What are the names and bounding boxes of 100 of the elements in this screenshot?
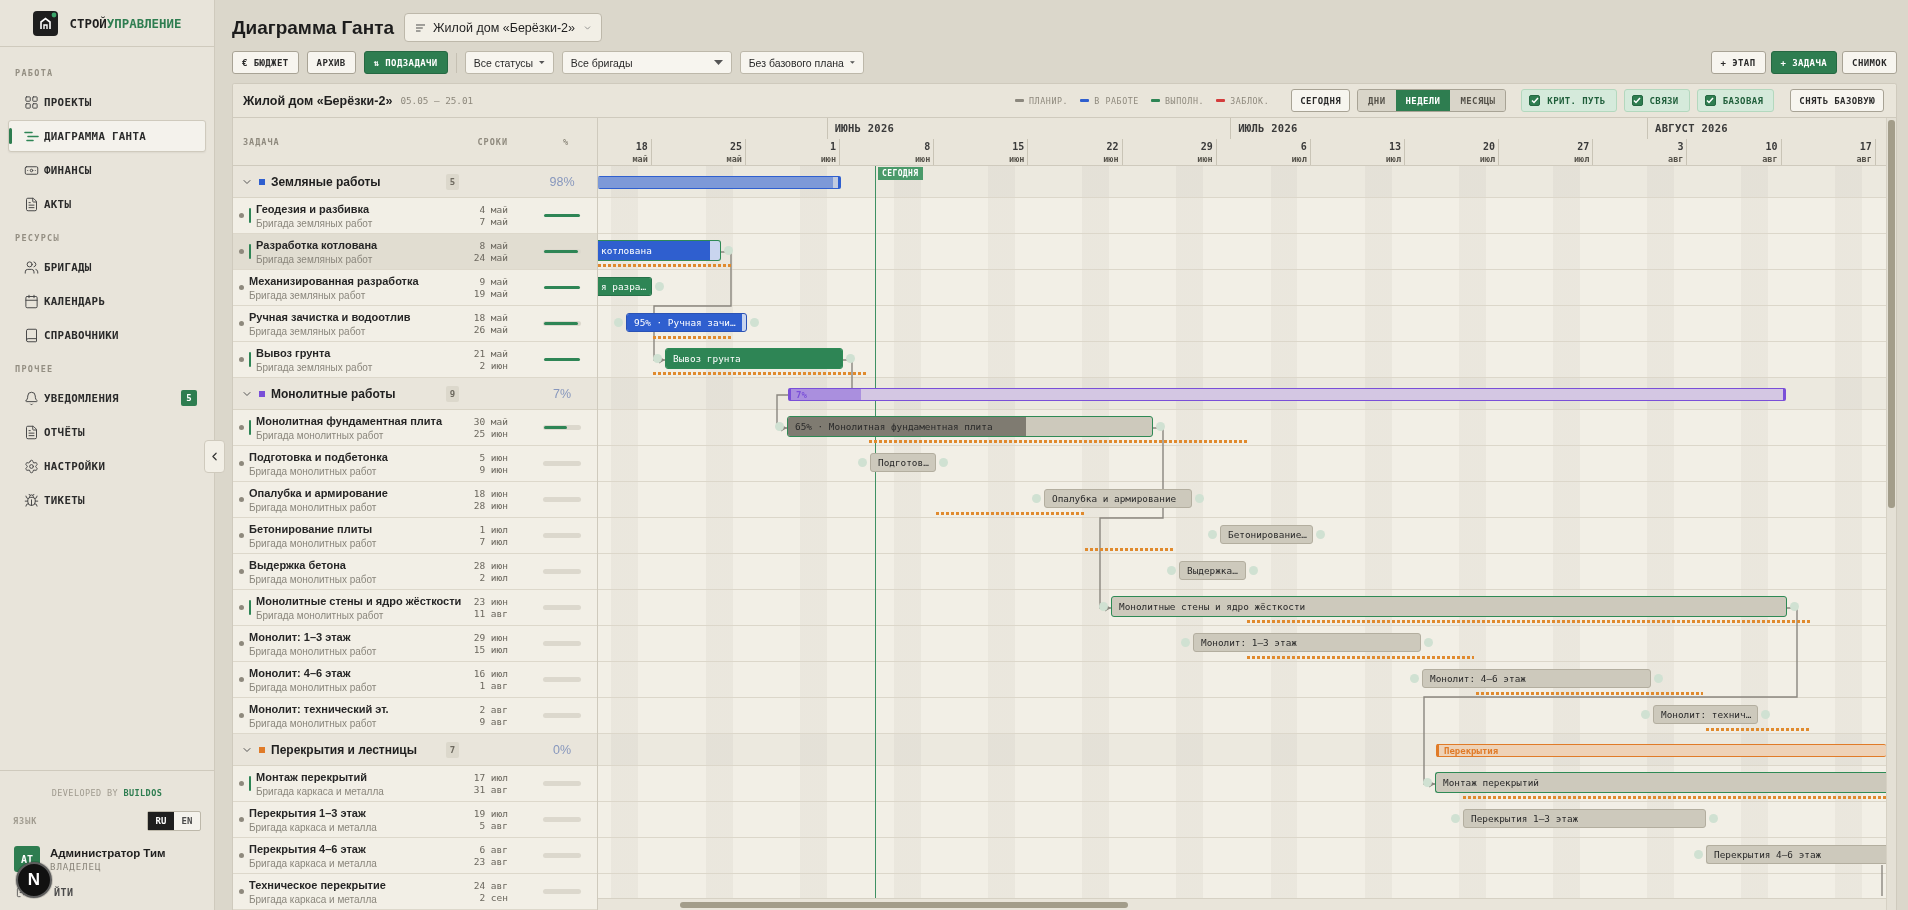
link-handle-icon[interactable]: [1155, 422, 1165, 431]
crew-name: Бригада земляных работ: [256, 253, 373, 266]
view-toggle[interactable]: КРИТ. ПУТЬ: [1521, 89, 1617, 112]
link-handle-icon[interactable]: [1315, 530, 1325, 539]
link-handle-icon[interactable]: [1450, 814, 1460, 823]
task-bar[interactable]: 65% · Монолитная фундаментная плита: [787, 416, 1153, 437]
task-bar[interactable]: Выдержка…: [1179, 561, 1246, 580]
bar-label: Опалубка и армирование: [1052, 493, 1177, 504]
filter-select[interactable]: Без базового плана: [739, 51, 864, 74]
checkbox[interactable]: [1529, 95, 1541, 106]
project-picker[interactable]: Жилой дом «Берёзки-2»: [404, 13, 602, 42]
toolbar-toggle[interactable]: ⇅ ПОДЗАДАЧИ: [363, 51, 448, 74]
action-button[interactable]: СНИМОК: [1842, 51, 1897, 74]
link-handle-icon[interactable]: [749, 318, 759, 327]
group-row[interactable]: Перекрытия и лестницы 7 0%: [233, 734, 597, 766]
collapse-sidebar-button[interactable]: [204, 440, 225, 473]
group-summary-bar[interactable]: [598, 176, 841, 189]
link-handle-icon[interactable]: [654, 282, 664, 291]
logout-button[interactable]: ЙТИ: [54, 886, 74, 898]
checkbox[interactable]: [1631, 95, 1643, 106]
task-bar[interactable]: Бетонирование…: [1220, 525, 1313, 544]
settings-icon: [24, 458, 39, 474]
nav-item[interactable]: УВЕДОМЛЕНИЯ 5: [8, 382, 206, 414]
action-button[interactable]: + ЭТАП: [1710, 51, 1766, 74]
view-toggle[interactable]: БАЗОВАЯ: [1696, 89, 1775, 112]
nav-item[interactable]: ПРОЕКТЫ: [8, 86, 206, 118]
language-option[interactable]: RU: [148, 812, 174, 830]
end-date: 2 июл: [479, 571, 508, 584]
view-toggle[interactable]: СВЯЗИ: [1623, 89, 1690, 112]
toolbar-toggle[interactable]: € БЮДЖЕТ: [232, 51, 299, 74]
action-button[interactable]: + ЗАДАЧА: [1770, 51, 1838, 74]
scale-tab[interactable]: НЕДЕЛИ: [1395, 90, 1451, 111]
start-date: 8 май: [479, 239, 508, 252]
nav-item[interactable]: ТИКЕТЫ: [8, 484, 206, 516]
nav-item[interactable]: ДИАГРАММА ГАНТА: [8, 120, 206, 152]
link-handle-icon[interactable]: [1409, 674, 1419, 683]
link-handle-icon[interactable]: [857, 458, 867, 467]
task-row[interactable]: Разработка котлована Бригада земляных работ 8 май 24 май: [233, 234, 597, 270]
link-handle-icon[interactable]: [1693, 850, 1703, 859]
link-handle-icon[interactable]: [1207, 530, 1217, 539]
link-handle-icon[interactable]: [613, 318, 623, 327]
task-bar[interactable]: Монтаж перекрытий: [1435, 772, 1886, 793]
start-date: 2 авг: [479, 703, 508, 716]
page-title: Диаграмма Ганта: [232, 16, 394, 39]
link-handle-icon[interactable]: [1789, 602, 1799, 611]
task-bar[interactable]: Перекрытия 1–3 этаж: [1463, 809, 1706, 828]
link-handle-icon[interactable]: [1653, 674, 1663, 683]
progress-track: [543, 641, 581, 646]
link-handle-icon[interactable]: [1180, 638, 1190, 647]
nav-item[interactable]: ФИНАНСЫ: [8, 154, 206, 186]
task-bar[interactable]: Монолит: 4–6 этаж: [1422, 669, 1651, 688]
link-handle-icon[interactable]: [1640, 710, 1650, 719]
nav-item[interactable]: АКТЫ: [8, 188, 206, 220]
group-row[interactable]: Земляные работы 5 98%: [233, 166, 597, 198]
link-handle-icon[interactable]: [1760, 710, 1770, 719]
nav-item[interactable]: БРИГАДЫ: [8, 251, 206, 283]
nav-item[interactable]: СПРАВОЧНИКИ: [8, 319, 206, 351]
group-row[interactable]: Монолитные работы 9 7%: [233, 378, 597, 410]
scrollbar-thumb[interactable]: [1888, 120, 1895, 508]
link-handle-icon[interactable]: [774, 422, 784, 431]
link-handle-icon[interactable]: [1708, 814, 1718, 823]
link-handle-icon[interactable]: [1422, 778, 1432, 787]
checkbox[interactable]: [1704, 95, 1716, 106]
task-bar[interactable]: 95% · Ручная зачи…: [626, 313, 747, 332]
bar-label: Монолит: 4–6 этаж: [1430, 673, 1526, 684]
scrollbar-thumb[interactable]: [680, 902, 1128, 908]
column-header: %: [563, 136, 570, 147]
nav-item[interactable]: НАСТРОЙКИ: [8, 450, 206, 482]
link-handle-icon[interactable]: [723, 246, 733, 255]
task-bar[interactable]: Подготов…: [870, 453, 936, 472]
link-handle-icon[interactable]: [845, 354, 855, 363]
filter-select[interactable]: Все статусы: [464, 51, 554, 74]
bullet-icon: [239, 213, 244, 218]
project-title: Жилой дом «Берёзки-2»: [243, 93, 393, 108]
task-name: Монтаж перекрытий: [256, 769, 367, 784]
language-option[interactable]: EN: [174, 812, 200, 830]
link-handle-icon[interactable]: [938, 458, 948, 467]
task-bar[interactable]: Монолит: 1–3 этаж: [1193, 633, 1421, 652]
task-bar[interactable]: Вывоз грунта: [665, 348, 843, 369]
toolbar-toggle[interactable]: АРХИВ: [306, 51, 356, 74]
task-bar[interactable]: Опалубка и армирование: [1044, 489, 1192, 508]
link-handle-icon[interactable]: [1423, 638, 1433, 647]
today-button[interactable]: СЕГОДНЯ: [1291, 89, 1351, 112]
link-handle-icon[interactable]: [1194, 494, 1204, 503]
task-bar[interactable]: Перекрытия 4–6 этаж: [1706, 845, 1886, 864]
link-handle-icon[interactable]: [1248, 566, 1258, 575]
nav-item[interactable]: ОТЧЁТЫ: [8, 416, 206, 448]
link-handle-icon[interactable]: [1166, 566, 1176, 575]
link-handle-icon[interactable]: [1031, 494, 1041, 503]
dev-tools-button[interactable]: N: [16, 862, 52, 898]
link-handle-icon[interactable]: [1098, 602, 1108, 611]
task-bar[interactable]: я разра…: [598, 277, 652, 296]
task-bar[interactable]: Монолитные стены и ядро жёсткости: [1111, 596, 1787, 617]
filter-select[interactable]: Все бригады: [561, 51, 732, 74]
bullet-icon: [239, 677, 244, 682]
clear-baseline-button[interactable]: СНЯТЬ БАЗОВУЮ: [1790, 89, 1884, 112]
nav-item[interactable]: КАЛЕНДАРЬ: [8, 285, 206, 317]
task-bar[interactable]: Монолит: технич…: [1653, 705, 1758, 724]
link-handle-icon[interactable]: [652, 354, 662, 363]
task-bar[interactable]: котлована: [598, 240, 721, 261]
